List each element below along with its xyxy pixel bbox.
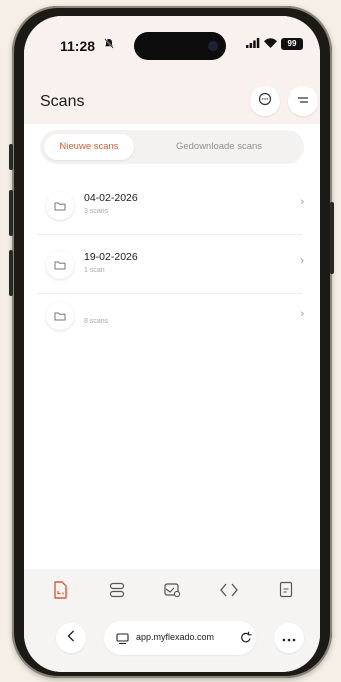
nav-item-scans[interactable] <box>49 580 71 604</box>
power-button <box>330 202 334 274</box>
scan-group-count: 3 scans <box>84 208 109 215</box>
scan-group-row[interactable]: 8 scans › <box>36 294 314 352</box>
scan-group-count: 8 scans <box>84 318 109 325</box>
chevron-right-icon: › <box>300 308 304 320</box>
battery-indicator: 99 <box>281 38 303 50</box>
image-settings-icon <box>163 582 181 603</box>
wifi-icon <box>264 36 277 51</box>
layout-icon <box>109 582 125 603</box>
bell-off-icon <box>104 38 114 52</box>
chevron-right-icon: › <box>300 196 304 208</box>
scan-group-count: 1 scan <box>84 267 105 274</box>
scan-document-icon <box>52 580 68 604</box>
app-header: Scans <box>24 74 320 124</box>
volume-down-button <box>9 250 13 296</box>
more-dots-icon <box>282 629 296 647</box>
status-bar: 11:28 99 <box>24 16 320 74</box>
chevron-right-icon: › <box>300 255 304 267</box>
document-icon <box>279 581 293 603</box>
chevron-left-icon <box>67 629 75 647</box>
reload-icon[interactable] <box>240 631 252 649</box>
scan-tabs: Nieuwe scans Gedownloade scans <box>40 130 304 164</box>
scan-group-date: 04-02-2026 <box>84 192 138 204</box>
menu-lines-icon <box>297 92 309 110</box>
nav-item-integrations[interactable] <box>218 581 240 603</box>
bottom-navigation: app.myflexado.com <box>24 569 320 672</box>
mute-switch <box>9 144 13 170</box>
folder-icon <box>46 192 74 220</box>
tab-new-scans[interactable]: Nieuwe scans <box>44 134 134 160</box>
scan-group-row[interactable]: 04-02-2026 3 scans › <box>36 176 314 234</box>
scan-group-row[interactable]: 19-02-2026 1 scan › <box>36 235 314 293</box>
chat-bubble-icon <box>258 92 272 111</box>
tab-downloaded-scans[interactable]: Gedownloade scans <box>144 134 294 160</box>
screen: 11:28 99 Scans Nieuwe scans Gedownloade … <box>24 16 320 672</box>
camera-dot <box>208 41 218 51</box>
menu-button[interactable] <box>288 86 318 116</box>
browser-back-button[interactable] <box>56 623 86 653</box>
volume-up-button <box>9 190 13 236</box>
browser-more-button[interactable] <box>274 623 304 653</box>
signal-icon <box>246 38 260 51</box>
page-title: Scans <box>40 93 85 110</box>
folder-icon <box>46 302 74 330</box>
nav-item-media[interactable] <box>161 581 183 603</box>
nav-item-layout[interactable] <box>106 581 128 603</box>
site-settings-icon <box>116 632 129 650</box>
chat-button[interactable] <box>250 86 280 116</box>
diamond-code-icon <box>220 583 238 602</box>
folder-icon <box>46 251 74 279</box>
browser-url-text: app.myflexado.com <box>136 632 215 642</box>
scan-group-date: 19-02-2026 <box>84 251 138 263</box>
status-time: 11:28 <box>60 38 96 54</box>
browser-url-bar[interactable]: app.myflexado.com <box>104 621 256 655</box>
nav-item-documents[interactable] <box>275 581 297 603</box>
dynamic-island <box>134 32 226 60</box>
